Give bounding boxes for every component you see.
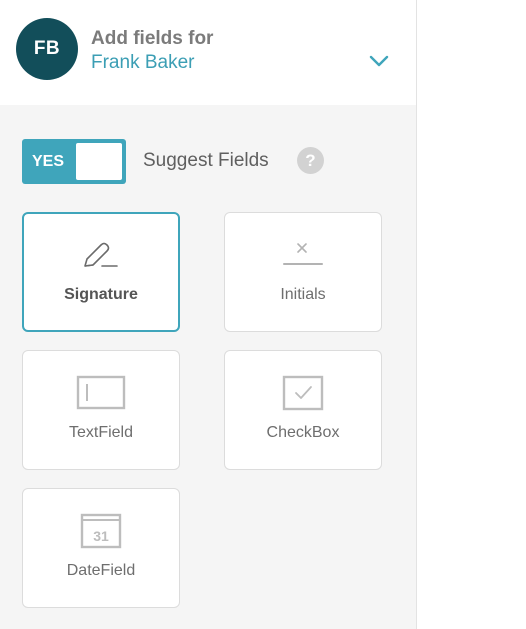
field-label: Initials — [280, 286, 326, 303]
initials-icon — [283, 243, 323, 265]
add-fields-label: Add fields for — [91, 28, 214, 49]
date-field-icon: 31 — [80, 513, 122, 549]
signature-icon — [84, 242, 118, 267]
document-area[interactable] — [417, 0, 526, 629]
suggest-fields-toggle[interactable]: YES — [22, 139, 126, 184]
toggle-knob — [76, 143, 122, 180]
field-initials[interactable]: Initials — [224, 212, 382, 332]
text-field-icon — [76, 375, 126, 410]
field-label: Signature — [64, 286, 138, 303]
field-label: TextField — [68, 424, 134, 441]
avatar: FB — [16, 18, 78, 80]
help-icon[interactable]: ? — [297, 147, 324, 174]
checkbox-icon — [282, 375, 324, 411]
field-label: CheckBox — [266, 424, 340, 441]
fields-panel: FB Add fields for Frank Baker YES Sugges… — [0, 0, 416, 629]
field-textfield[interactable]: TextField — [22, 350, 180, 470]
date-icon-number: 31 — [93, 528, 109, 544]
chevron-down-icon[interactable] — [368, 54, 390, 68]
field-signature[interactable]: Signature — [22, 212, 180, 332]
signer-name: Frank Baker — [91, 52, 195, 73]
field-datefield[interactable]: 31 DateField — [22, 488, 180, 608]
suggest-fields-label: Suggest Fields — [143, 150, 269, 171]
signer-selector[interactable]: FB Add fields for Frank Baker — [0, 0, 416, 105]
field-label: DateField — [66, 562, 136, 579]
toggle-label: YES — [32, 153, 65, 170]
field-checkbox[interactable]: CheckBox — [224, 350, 382, 470]
